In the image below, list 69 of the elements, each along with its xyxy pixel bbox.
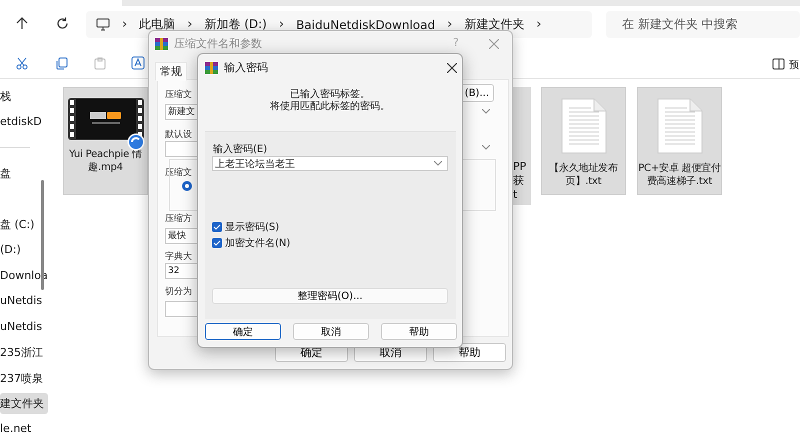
sidebar-item[interactable]: etdiskD [0, 111, 48, 132]
field-label: 输入密码(E) [213, 142, 268, 156]
file-name: Yui Peachpie 情趣.mp4 [68, 148, 143, 174]
file-name: PC+安卓 超便宜付费高速梯子.txt [638, 162, 722, 188]
file-name: 【永久地址发布页】.txt [548, 162, 619, 188]
sync-badge-icon [127, 133, 145, 151]
sidebar-item[interactable]: uNetdis [0, 290, 48, 311]
file-name-fragment: PP [513, 160, 528, 174]
breadcrumb-item[interactable]: 新加卷 (D:) [204, 16, 267, 33]
archive-app-icon [155, 38, 168, 50]
file-tile[interactable]: Yui Peachpie 情趣.mp4 [63, 87, 148, 195]
checkbox-label: 显示密码(S) [225, 220, 280, 234]
chevron-text: › [447, 17, 452, 32]
dropdown-icon [434, 161, 442, 166]
chevron-text: › [187, 17, 192, 32]
up-arrow-icon[interactable] [16, 17, 28, 30]
window-title: 输入密码 [224, 60, 268, 75]
copy-icon[interactable] [55, 57, 68, 70]
cut-icon[interactable] [16, 57, 28, 70]
organize-passwords-button[interactable]: 整理密码(O)... [212, 288, 448, 304]
dialog-button[interactable]: 取消 [293, 323, 369, 340]
breadcrumb-item[interactable]: BaiduNetdiskDownload [296, 18, 436, 32]
dropdown-icon[interactable] [482, 109, 490, 114]
chevron-text: › [278, 17, 284, 32]
checkbox[interactable] [212, 238, 222, 248]
computer-icon [96, 18, 110, 31]
field-label: 压缩文 [165, 88, 192, 101]
dialog-button[interactable]: 帮助 [381, 323, 457, 340]
chevron-text: › [536, 17, 542, 32]
chevron-text: › [122, 17, 128, 32]
dropdown-icon[interactable] [482, 145, 490, 150]
sidebar-item[interactable]: (D:) [0, 239, 48, 260]
sidebar-item[interactable]: uNetdis [0, 316, 48, 337]
field-label: 压缩方 [165, 212, 192, 225]
sidebar-item[interactable]: 盘 [0, 163, 48, 184]
dialog-button[interactable]: 帮助 [433, 343, 506, 362]
sidebar-item[interactable]: Downloa [0, 265, 48, 286]
archive-app-icon [205, 62, 218, 74]
sidebar-item[interactable]: 235浙江 [0, 342, 48, 363]
dialog-button[interactable]: 确定 [205, 323, 281, 340]
text-document-icon [656, 98, 702, 154]
file-name-fragment: 获 [513, 174, 525, 188]
file-tile[interactable]: 【永久地址发布页】.txt [541, 87, 626, 195]
sidebar-item[interactable]: le.net [0, 418, 48, 436]
field-label: 默认设 [165, 128, 192, 141]
breadcrumb-item[interactable]: 此电脑 [139, 16, 176, 33]
sidebar-item[interactable]: 237喷泉 [0, 368, 48, 389]
password-combobox[interactable]: 上老王论坛当老王 [212, 156, 448, 171]
file-name-fragment: t [513, 188, 518, 202]
checkbox-label: 加密文件名(N) [225, 236, 290, 250]
close-icon[interactable] [447, 63, 457, 73]
rename-icon[interactable] [131, 56, 145, 70]
message-text: 已输入密码标签。 [289, 88, 371, 100]
field-label: 切分为 [165, 286, 192, 298]
preview-pane-icon[interactable] [772, 58, 785, 70]
sidebar-item[interactable]: 建文件夹 [0, 393, 48, 414]
sidebar-item[interactable]: 盘 (C:) [0, 214, 48, 235]
checkbox[interactable] [212, 222, 222, 232]
sidebar-item[interactable]: 栈 [0, 86, 48, 107]
text-document-icon [560, 98, 606, 154]
search-field[interactable]: 在 新建文件夹 中搜索 [606, 11, 800, 38]
tab[interactable]: 常规 [155, 62, 187, 81]
toolbar-label[interactable]: 预 [789, 58, 799, 72]
refresh-icon[interactable] [56, 17, 69, 30]
field-label: 字典大 [165, 250, 192, 263]
file-tile[interactable]: PC+安卓 超便宜付费高速梯子.txt [637, 87, 722, 195]
window-title: 压缩文件名和参数 [174, 36, 262, 51]
message-text: 将使用匹配此标签的密码。 [269, 100, 391, 113]
breadcrumb-item[interactable]: 新建文件夹 [464, 16, 524, 33]
